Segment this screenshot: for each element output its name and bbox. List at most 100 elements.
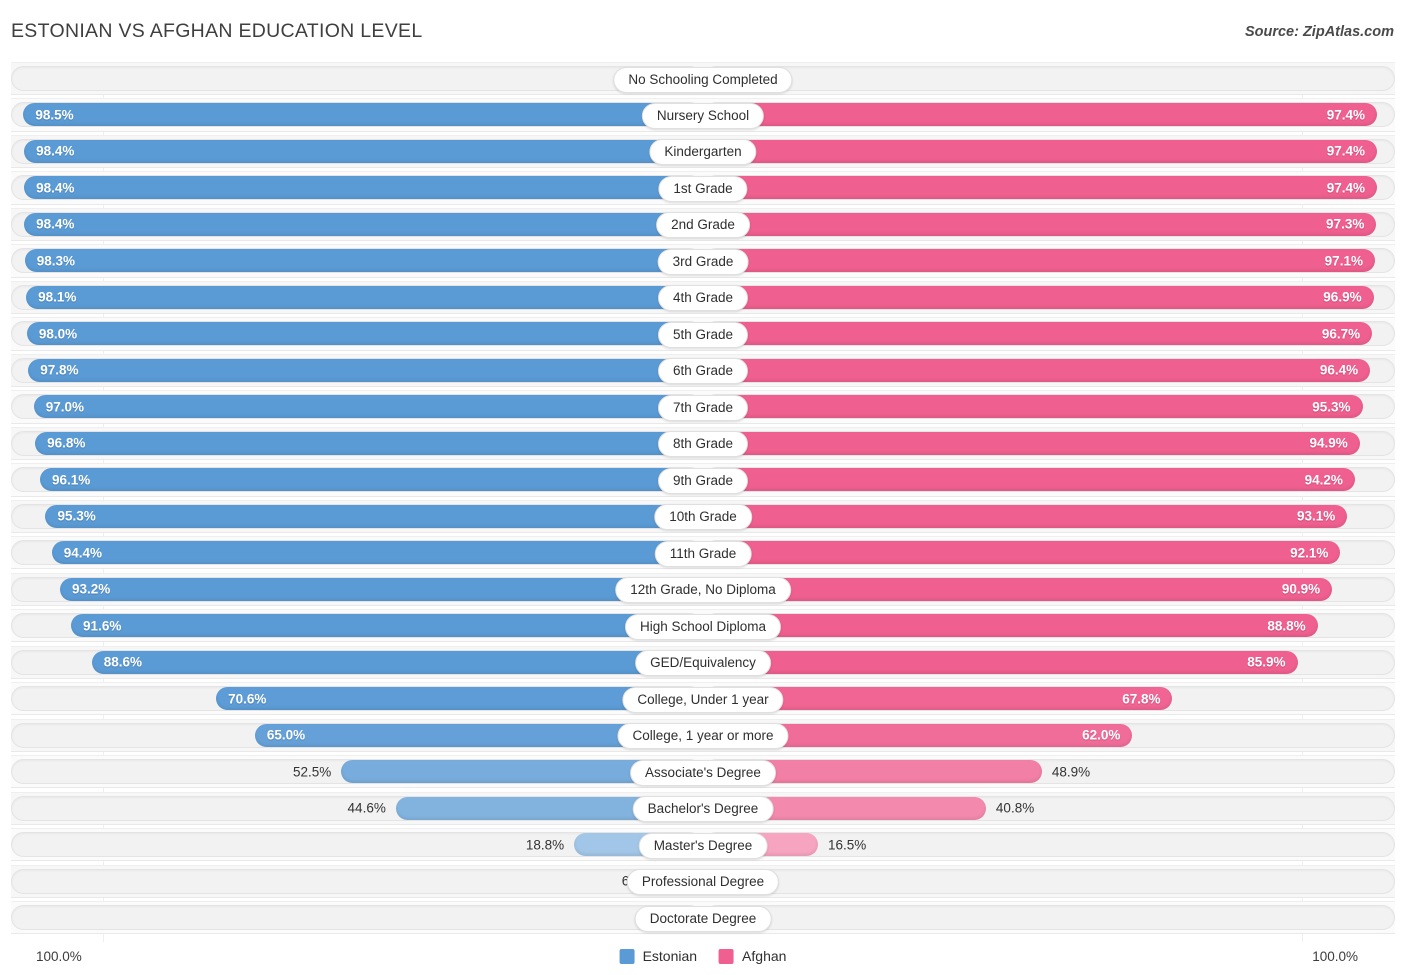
track-left [11,868,702,894]
category-label-pill[interactable]: 7th Grade [657,394,749,421]
bar-estonian[interactable]: 98.4% [24,212,704,236]
legend-item-afghan[interactable]: Afghan [719,948,786,964]
bar-estonian[interactable]: 94.4% [51,541,704,565]
chart-row: 96.1% 94.2% 9th Grade [11,463,1395,497]
bar-afghan[interactable]: 97.4% [704,176,1378,200]
bar-estonian[interactable]: 96.1% [39,468,704,492]
bar-value-estonian: 96.1% [51,472,91,488]
chart-row: 91.6% 88.8% High School Diploma [11,609,1395,643]
bar-afghan[interactable]: 97.3% [704,212,1377,236]
bar-estonian[interactable]: 93.2% [60,577,704,601]
bar-afghan[interactable]: 93.1% [704,504,1348,528]
bar-value-afghan: 97.4% [1326,180,1366,196]
category-label-pill[interactable]: Doctorate Degree [634,905,772,932]
bar-afghan[interactable]: 95.3% [704,395,1363,419]
bar-value-afghan: 92.1% [1290,545,1329,561]
bar-afghan[interactable]: 92.1% [704,541,1341,565]
bar-value-afghan: 95.3% [1312,399,1351,415]
bar-estonian[interactable]: 98.4% [24,176,704,200]
source-attribution: Source: ZipAtlas.com [1244,24,1394,40]
chart-row: 98.5% 97.4% Nursery School [11,98,1395,132]
chart-row: 6.0%4.7%Professional Degree [11,864,1395,898]
bar-afghan[interactable]: 97.4% [704,103,1378,127]
bar-estonian[interactable]: 91.6% [71,614,704,638]
bar-value-estonian: 65.0% [266,727,306,743]
bar-value-estonian: 18.8% [525,837,565,853]
category-label-pill[interactable]: 1st Grade [658,175,748,202]
bar-value-afghan: 97.4% [1326,107,1366,123]
bar-afghan[interactable]: 96.4% [704,358,1371,382]
category-label-pill[interactable]: GED/Equivalency [635,650,771,677]
category-label-pill[interactable]: 4th Grade [657,285,749,312]
bar-value-estonian: 93.2% [72,581,111,597]
bar-value-afghan: 90.9% [1281,581,1321,597]
chart-legend: Estonian Afghan [619,948,786,964]
category-label-pill[interactable]: Kindergarten [649,139,757,166]
bar-value-estonian: 98.1% [38,289,77,305]
category-label-pill[interactable]: Associate's Degree [630,759,776,786]
track-right [704,66,1395,91]
bar-afghan[interactable]: 85.9% [704,650,1298,674]
bar-value-afghan: 96.7% [1321,326,1361,342]
bar-afghan[interactable]: 94.9% [704,431,1360,455]
chart-row: 98.4% 97.3% 2nd Grade [11,207,1395,242]
category-label-pill[interactable]: No Schooling Completed [613,66,793,93]
bar-value-estonian: 98.4% [36,180,75,196]
bar-value-estonian: 91.6% [83,618,122,634]
bar-afghan[interactable]: 88.8% [704,614,1318,638]
bar-value-afghan: 97.4% [1326,143,1366,159]
bar-afghan[interactable]: 97.1% [704,249,1375,273]
category-label-pill[interactable]: Nursery School [641,102,765,129]
page-header: ESTONIAN VS AFGHAN EDUCATION LEVEL Sourc… [0,0,1406,58]
legend-item-estonian[interactable]: Estonian [619,948,698,964]
chart-row: 95.3% 93.1% 10th Grade [11,499,1395,533]
category-label-pill[interactable]: College, 1 year or more [617,723,789,750]
bar-afghan[interactable]: 90.9% [704,577,1333,601]
category-label-pill[interactable]: 6th Grade [657,358,749,385]
bar-estonian[interactable]: 98.5% [23,103,704,127]
category-label-pill[interactable]: 5th Grade [657,321,749,348]
category-label-pill[interactable]: 2nd Grade [656,212,750,239]
bar-value-estonian: 98.4% [36,143,75,159]
bar-estonian[interactable]: 95.3% [45,504,704,528]
bar-estonian[interactable]: 88.6% [91,650,704,674]
category-label-pill[interactable]: High School Diploma [624,613,782,640]
bar-afghan[interactable]: 97.4% [704,139,1378,163]
category-label-pill[interactable]: 10th Grade [654,504,752,531]
category-label-pill[interactable]: 11th Grade [654,540,752,567]
chart-row: 97.0% 95.3% 7th Grade [11,390,1395,424]
track-left [11,66,702,91]
category-label-pill[interactable]: 3rd Grade [657,248,749,275]
chart-page: ESTONIAN VS AFGHAN EDUCATION LEVEL Sourc… [0,0,1406,975]
bar-value-estonian: 98.3% [36,253,76,269]
bar-estonian[interactable]: 98.0% [26,322,704,346]
bar-estonian[interactable]: 98.1% [26,285,704,309]
category-label-pill[interactable]: College, Under 1 year [622,686,784,713]
category-label-pill[interactable]: Master's Degree [638,832,768,859]
category-label-pill[interactable]: 9th Grade [657,467,749,494]
bar-estonian[interactable]: 97.0% [33,395,704,419]
category-label-pill[interactable]: Bachelor's Degree [632,796,774,823]
bar-afghan[interactable]: 96.7% [704,322,1373,346]
chart-row: 98.4% 97.4% 1st Grade [11,171,1395,205]
bar-value-afghan: 48.9% [1051,764,1091,780]
chart-row: 18.8% 16.5% Master's Degree [11,828,1395,862]
category-label-pill[interactable]: 8th Grade [657,431,749,458]
legend-label-estonian: Estonian [642,948,698,964]
chart-row: 52.5% 48.9% Associate's Degree [11,755,1395,789]
chart-row: 94.4% 92.1% 11th Grade [11,536,1395,570]
bar-afghan[interactable]: 94.2% [704,468,1355,492]
bar-afghan[interactable]: 96.9% [704,285,1374,309]
category-label-pill[interactable]: 12th Grade, No Diploma [615,577,791,604]
bar-estonian[interactable]: 98.4% [24,139,704,163]
bar-value-afghan: 85.9% [1247,654,1286,670]
bar-value-estonian: 98.5% [35,107,74,123]
bar-estonian[interactable]: 97.8% [28,358,704,382]
bar-value-afghan: 96.4% [1319,362,1359,378]
bar-estonian[interactable]: 96.8% [35,431,704,455]
axis-max-right: 100.0% [1312,949,1358,964]
square-swatch-icon [619,948,635,964]
bar-estonian[interactable]: 98.3% [24,249,704,273]
bar-value-estonian: 88.6% [103,654,143,670]
category-label-pill[interactable]: Professional Degree [626,869,780,896]
